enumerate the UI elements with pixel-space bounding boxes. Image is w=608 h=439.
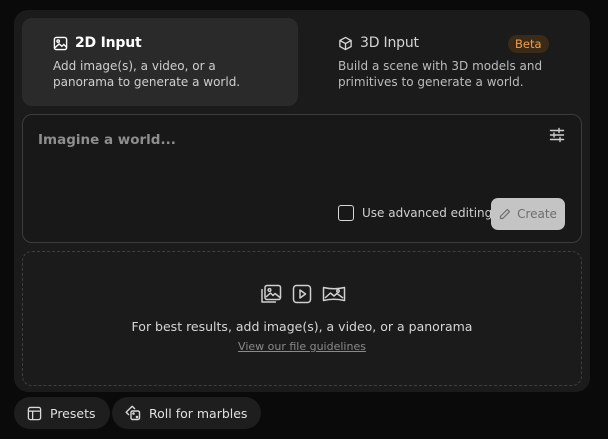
roll-for-marbles-button[interactable]: Roll for marbles xyxy=(112,397,262,429)
advanced-editing-checkbox[interactable] xyxy=(338,205,354,221)
mode-2d-description: Add image(s), a video, or a panorama to … xyxy=(53,59,241,89)
presets-label: Presets xyxy=(50,405,96,421)
generation-panel: 2D Input Add image(s), a video, or a pan… xyxy=(14,10,590,392)
settings-sliders-icon[interactable] xyxy=(549,127,565,143)
image-icon xyxy=(53,36,68,51)
advanced-editing-row[interactable]: Use advanced editing xyxy=(338,205,492,221)
mode-2d-title: 2D Input xyxy=(75,35,142,51)
panorama-icon xyxy=(322,284,346,304)
file-drop-zone[interactable]: For best results, add image(s), a video,… xyxy=(22,251,582,386)
drop-zone-icons xyxy=(260,284,346,304)
create-button[interactable]: Create xyxy=(491,198,565,230)
dice-icon xyxy=(125,405,141,421)
video-icon xyxy=(292,284,312,304)
prompt-box: Use advanced editing Create xyxy=(22,114,582,243)
mode-2d-header: 2D Input xyxy=(53,35,142,51)
beta-badge: Beta xyxy=(508,35,549,53)
mode-3d-description: Build a scene with 3D models and primiti… xyxy=(338,59,543,89)
drop-zone-text: For best results, add image(s), a video,… xyxy=(131,319,473,334)
mode-2d-input[interactable]: 2D Input Add image(s), a video, or a pan… xyxy=(22,18,298,106)
image-icon xyxy=(260,284,282,304)
mode-3d-title: 3D Input xyxy=(360,35,419,51)
layout-icon xyxy=(27,406,42,421)
create-button-label: Create xyxy=(517,207,557,221)
mode-3d-header: 3D Input xyxy=(338,35,419,51)
roll-for-marbles-label: Roll for marbles xyxy=(149,405,248,421)
prompt-input[interactable] xyxy=(38,129,518,151)
pencil-icon xyxy=(499,208,511,220)
cube-icon xyxy=(338,36,353,51)
file-guidelines-link[interactable]: View our file guidelines xyxy=(23,340,581,353)
advanced-editing-label: Use advanced editing xyxy=(362,206,493,220)
mode-3d-input[interactable]: 3D Input Beta Build a scene with 3D mode… xyxy=(306,18,582,106)
presets-button[interactable]: Presets xyxy=(14,397,110,429)
